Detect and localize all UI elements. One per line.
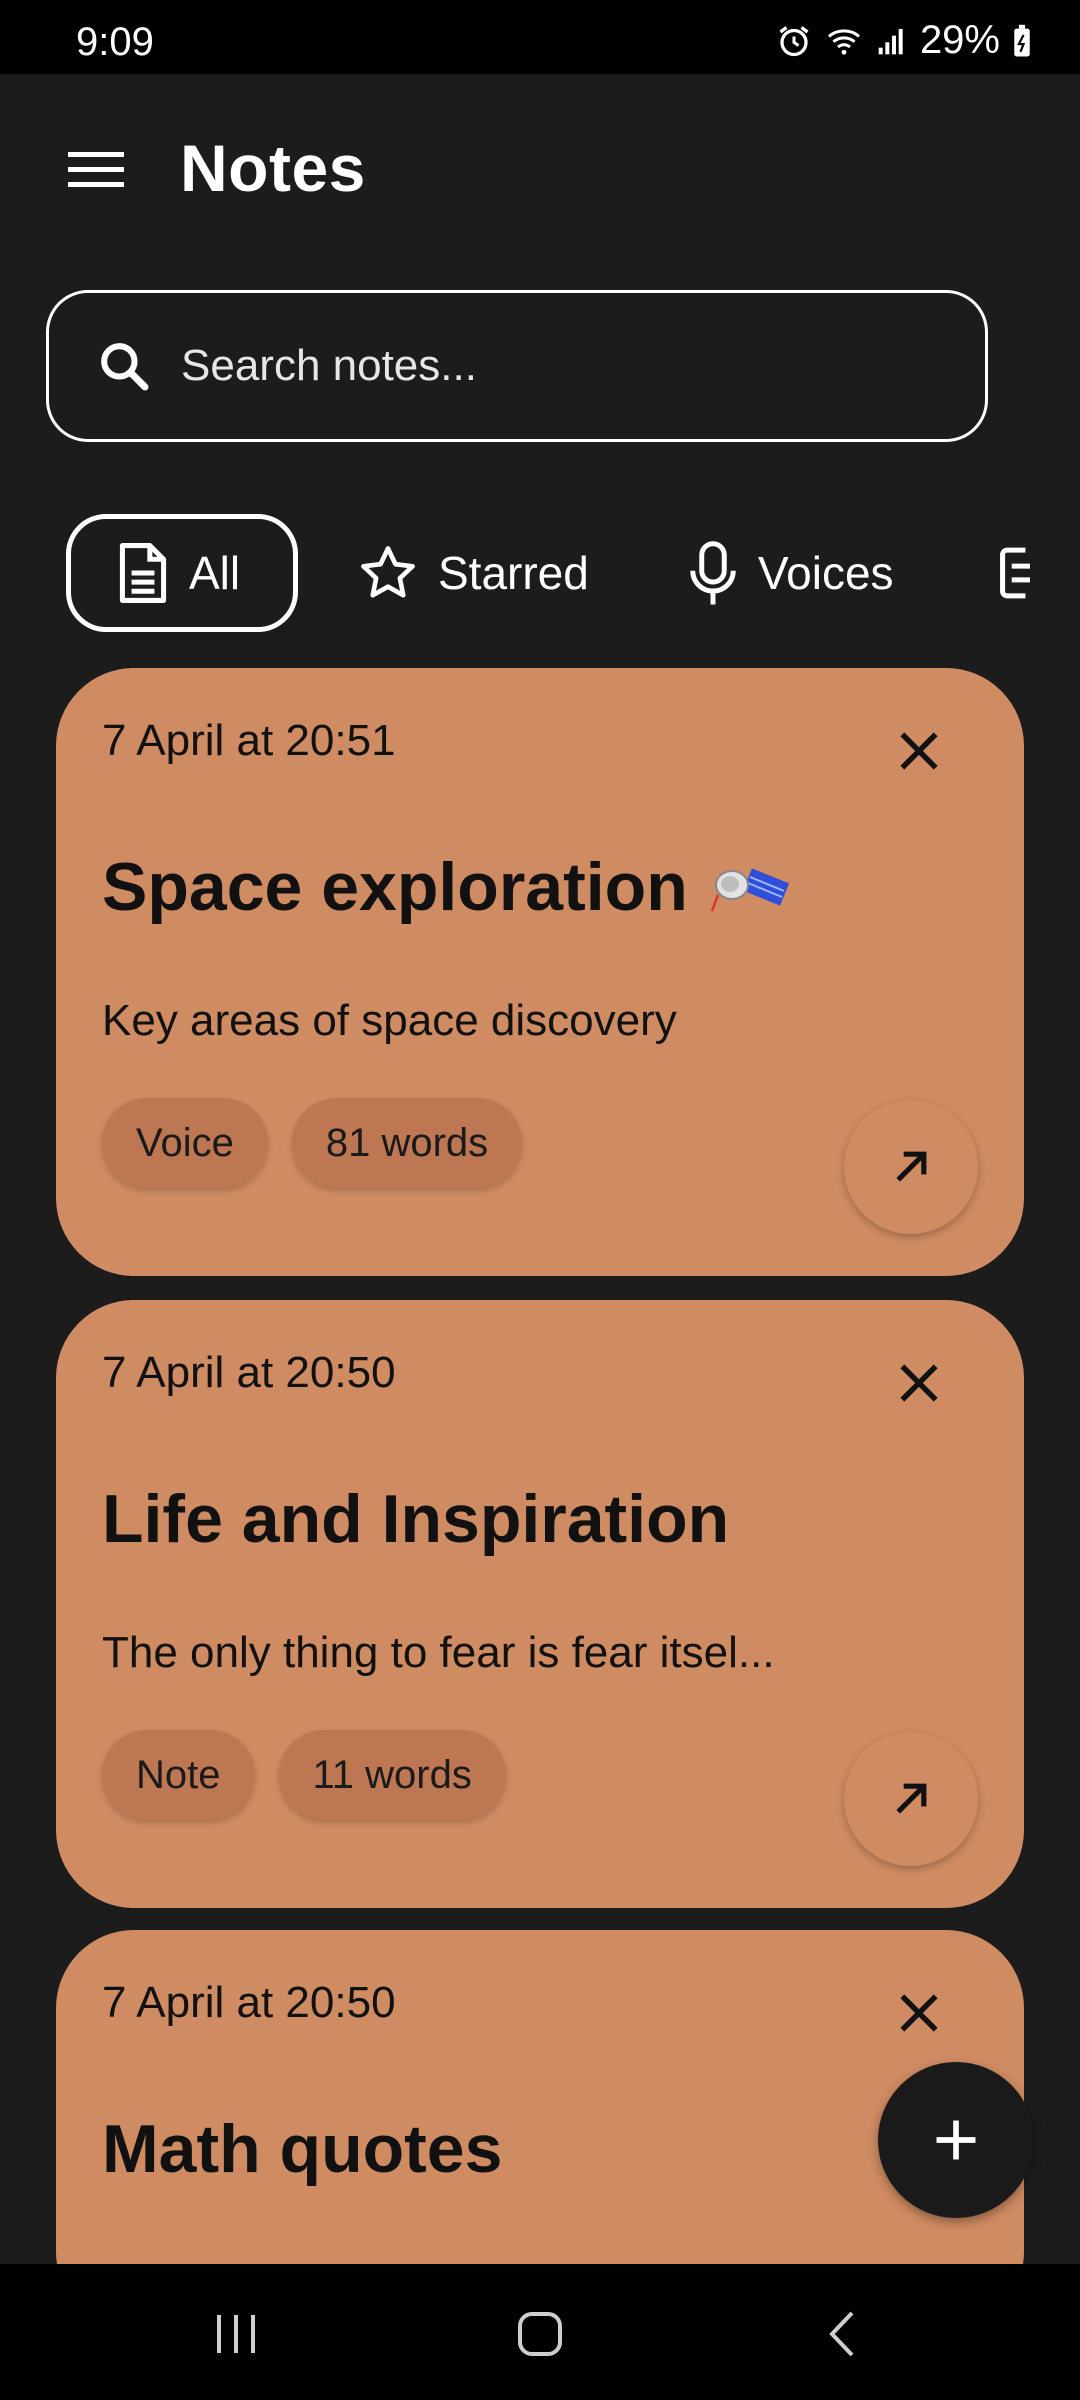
- note-title: Math quotes: [102, 2110, 502, 2188]
- note-title-text: Math quotes: [102, 2111, 503, 2187]
- satellite-icon: [710, 855, 790, 919]
- status-bar: 9:09 29%: [0, 0, 1080, 74]
- search-input[interactable]: [179, 340, 943, 392]
- plus-icon: [936, 2120, 976, 2160]
- signal-icon: [876, 24, 908, 58]
- word-count-badge: 81 words: [291, 1098, 523, 1188]
- open-note-button[interactable]: [844, 1100, 978, 1234]
- word-count-badge: 11 words: [278, 1730, 506, 1820]
- note-title: Life and Inspiration: [102, 1480, 729, 1558]
- document-partial-icon: [994, 541, 1030, 605]
- tab-more[interactable]: [994, 514, 1030, 632]
- alarm-icon: [776, 23, 812, 59]
- add-note-button[interactable]: [878, 2062, 1034, 2218]
- document-icon: [115, 541, 171, 605]
- note-card[interactable]: 7 April at 20:50 Life and Inspiration Th…: [56, 1300, 1024, 1908]
- page-title: Notes: [180, 131, 366, 205]
- note-type-badge: Note: [102, 1730, 255, 1820]
- note-tags: Note 11 words: [102, 1730, 506, 1820]
- menu-button[interactable]: [60, 140, 132, 200]
- note-title-text: Space exploration: [102, 849, 688, 925]
- note-tags: Voice 81 words: [102, 1098, 523, 1188]
- tab-voices[interactable]: Voices: [686, 514, 894, 632]
- open-note-button[interactable]: [844, 1732, 978, 1866]
- note-title-text: Life and Inspiration: [102, 1481, 730, 1557]
- back-button[interactable]: [802, 2304, 882, 2364]
- close-icon[interactable]: [894, 726, 944, 776]
- back-icon: [829, 2311, 854, 2357]
- microphone-icon: [686, 538, 740, 608]
- arrow-up-right-icon: [896, 1783, 927, 1814]
- tab-starred[interactable]: Starred: [356, 514, 589, 632]
- home-icon: [518, 2312, 562, 2356]
- tab-label: All: [189, 547, 241, 599]
- close-icon[interactable]: [894, 1358, 944, 1408]
- tab-label: Starred: [438, 547, 589, 599]
- search-bar[interactable]: [46, 290, 988, 442]
- note-date: 7 April at 20:50: [102, 1978, 396, 2027]
- filter-tabs: All Starred Voices: [0, 514, 1030, 642]
- note-date: 7 April at 20:51: [102, 716, 396, 765]
- wifi-icon: [824, 23, 864, 59]
- status-icons: 29%: [776, 18, 1032, 63]
- battery-charging-icon: [1012, 24, 1032, 58]
- recent-apps-button[interactable]: [196, 2304, 276, 2364]
- tab-all[interactable]: All: [66, 514, 298, 632]
- status-time: 9:09: [76, 20, 154, 64]
- note-card[interactable]: 7 April at 20:51 Space exploration Key a…: [56, 668, 1024, 1276]
- close-icon[interactable]: [894, 1988, 944, 2038]
- note-description: Key areas of space discovery: [102, 996, 677, 1045]
- arrow-up-right-icon: [896, 1151, 927, 1182]
- note-description: The only thing to fear is fear itsel...: [102, 1628, 775, 1677]
- tab-label: Voices: [758, 547, 894, 599]
- system-nav-bar: [0, 2264, 1080, 2400]
- hamburger-menu-icon: [68, 152, 124, 187]
- note-type-badge: Voice: [102, 1098, 268, 1188]
- note-title: Space exploration: [102, 848, 790, 926]
- recent-apps-icon: [217, 2315, 255, 2353]
- app-header: Notes: [0, 74, 1080, 264]
- search-icon: [89, 331, 159, 401]
- note-date: 7 April at 20:50: [102, 1348, 396, 1397]
- home-button[interactable]: [500, 2304, 580, 2364]
- battery-level: 29%: [919, 18, 1000, 62]
- star-icon: [356, 542, 420, 604]
